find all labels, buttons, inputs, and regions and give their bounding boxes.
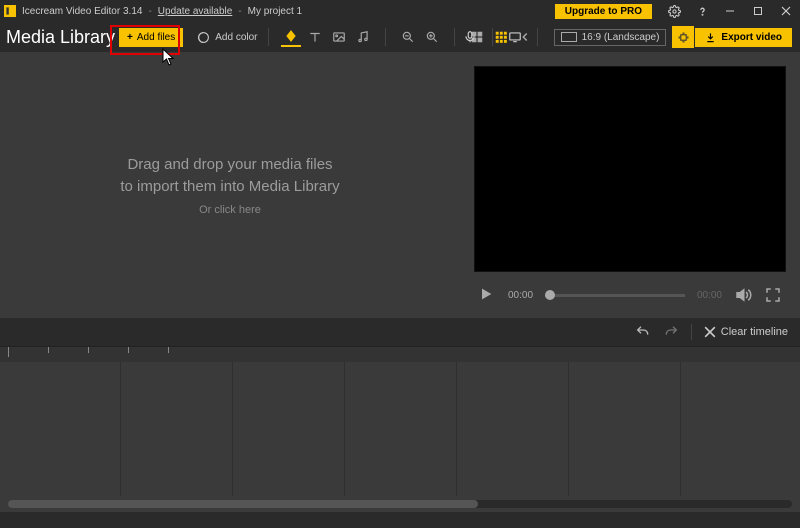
separator: - bbox=[148, 6, 151, 17]
seek-knob[interactable] bbox=[545, 290, 555, 300]
separator: - bbox=[238, 6, 241, 17]
preview-panel: 00:00 00:00 bbox=[460, 52, 800, 318]
divider bbox=[454, 28, 455, 46]
screen-capture-icon[interactable] bbox=[505, 27, 525, 47]
app-logo-icon bbox=[4, 5, 16, 17]
timeline-scrollbar[interactable] bbox=[8, 500, 792, 508]
clear-timeline-label: Clear timeline bbox=[721, 326, 788, 338]
help-icon[interactable] bbox=[688, 0, 716, 22]
project-name: My project 1 bbox=[248, 6, 302, 17]
timeline-ruler[interactable] bbox=[0, 346, 800, 362]
status-bar bbox=[0, 512, 800, 528]
divider bbox=[492, 28, 493, 46]
media-library-dropzone[interactable]: Drag and drop your media files to import… bbox=[0, 52, 460, 318]
add-files-label: Add files bbox=[137, 32, 175, 43]
divider bbox=[691, 324, 692, 340]
export-settings-button[interactable] bbox=[672, 26, 694, 48]
title-bar: Icecream Video Editor 3.14 - Update avai… bbox=[0, 0, 800, 22]
settings-icon[interactable] bbox=[660, 0, 688, 22]
main-toolbar: Media Library + Add files Add color bbox=[0, 22, 800, 52]
aspect-ratio-selector[interactable]: 16:9 (Landscape) bbox=[554, 29, 667, 46]
add-color-label: Add color bbox=[215, 32, 257, 43]
time-total: 00:00 bbox=[697, 290, 722, 301]
aspect-ratio-label: 16:9 (Landscape) bbox=[582, 32, 660, 43]
window-minimize-button[interactable] bbox=[716, 0, 744, 22]
export-label: Export video bbox=[721, 32, 782, 43]
timeline-track-area[interactable] bbox=[0, 362, 800, 512]
play-button[interactable] bbox=[478, 286, 496, 304]
window-close-button[interactable] bbox=[772, 0, 800, 22]
volume-icon[interactable] bbox=[734, 286, 752, 304]
time-current: 00:00 bbox=[508, 290, 533, 301]
redo-button[interactable] bbox=[663, 324, 679, 340]
video-preview-canvas[interactable] bbox=[474, 66, 786, 272]
upgrade-pro-button[interactable]: Upgrade to PRO bbox=[555, 4, 652, 19]
aspect-ratio-icon bbox=[561, 32, 577, 42]
dropzone-text-line1: Drag and drop your media files bbox=[120, 154, 339, 176]
voiceover-mic-icon[interactable] bbox=[460, 27, 480, 47]
dropzone-click-hint: Or click here bbox=[120, 204, 339, 216]
window-maximize-button[interactable] bbox=[744, 0, 772, 22]
undo-button[interactable] bbox=[635, 324, 651, 340]
plus-icon: + bbox=[127, 32, 133, 43]
tool-text-icon[interactable] bbox=[305, 27, 325, 47]
add-files-button[interactable]: + Add files bbox=[119, 28, 183, 47]
media-library-title: Media Library bbox=[6, 27, 115, 48]
export-video-button[interactable]: Export video bbox=[695, 28, 792, 47]
timeline-header: Clear timeline bbox=[0, 318, 800, 346]
add-color-button[interactable]: Add color bbox=[197, 31, 257, 44]
main-area: Drag and drop your media files to import… bbox=[0, 52, 800, 318]
update-available-link[interactable]: Update available bbox=[158, 6, 233, 17]
player-controls: 00:00 00:00 bbox=[474, 272, 786, 318]
app-title: Icecream Video Editor 3.14 bbox=[22, 6, 142, 17]
clear-timeline-button[interactable]: Clear timeline bbox=[704, 326, 788, 338]
fullscreen-icon[interactable] bbox=[764, 286, 782, 304]
zoom-in-icon[interactable] bbox=[422, 27, 442, 47]
divider bbox=[537, 28, 538, 46]
dropzone-text-line2: to import them into Media Library bbox=[120, 176, 339, 198]
seek-slider[interactable] bbox=[545, 294, 685, 297]
divider bbox=[385, 28, 386, 46]
divider bbox=[268, 28, 269, 46]
timeline-scrollbar-thumb[interactable] bbox=[8, 500, 478, 508]
tool-audio-icon[interactable] bbox=[353, 27, 373, 47]
tool-transitions-icon[interactable] bbox=[281, 27, 301, 47]
zoom-out-icon[interactable] bbox=[398, 27, 418, 47]
tool-image-icon[interactable] bbox=[329, 27, 349, 47]
